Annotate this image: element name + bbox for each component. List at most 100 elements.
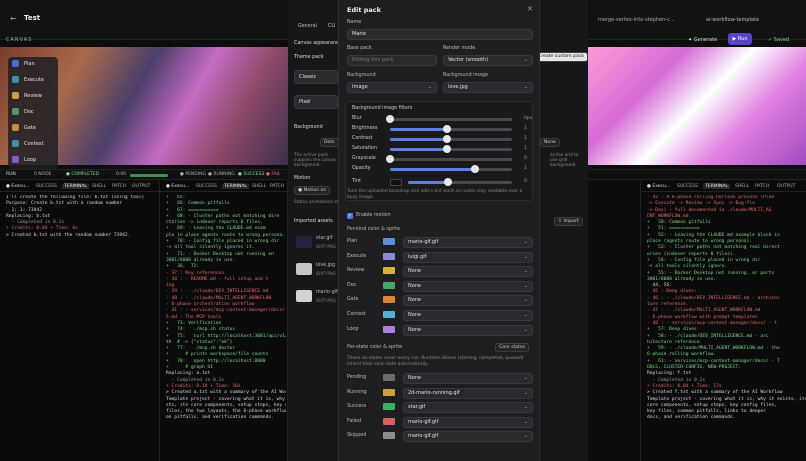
legend-item-context[interactable]: Context [12,139,44,149]
kind-sprite-select[interactable]: None ⌄ [403,280,533,292]
name-label: Name [347,20,362,25]
chevron-down-icon: ⌄ [523,375,528,381]
run-label: Run [737,36,748,42]
node-kind-legend: Plan Execute Review Doc Gate Context Loo… [8,57,58,169]
theme-classic[interactable]: Classic [294,70,338,84]
motion-on-label: Motion on [303,188,327,193]
kind-sprite-select[interactable]: mario-gif.gif ⌄ [403,237,533,248]
filter-slider-blur[interactable] [386,115,512,123]
motion-on-toggle[interactable]: ● Motion on [294,186,331,195]
slider-knob[interactable] [443,125,452,133]
create-custom-pack-button[interactable]: Create custom pack [534,52,589,62]
tab-shell[interactable]: SHELL [92,184,106,189]
tab-general[interactable]: General [298,24,317,29]
slider-knob[interactable] [471,165,480,173]
tab-success[interactable]: SUCCESS [36,184,57,189]
filter-value: 0px [524,116,533,121]
tab-patch[interactable]: PATCH [270,184,284,189]
core-states-button[interactable]: Core states [495,343,530,352]
background-select[interactable]: Image ⌄ [347,82,437,93]
execute-icon [12,76,19,83]
kind-color-swatch[interactable] [383,296,395,304]
tab-success[interactable]: SUCCESS [677,184,698,189]
kind-color-swatch[interactable] [383,325,395,333]
kind-sprite-select[interactable]: None ⌄ [403,295,533,307]
kind-color-swatch[interactable] [383,311,395,318]
state-sprite-select[interactable]: mario-gif.gif ⌄ [403,431,533,443]
run-status-badge: ● COMPLETED [66,172,100,177]
kind-color-swatch[interactable] [383,238,395,245]
background-none[interactable]: None [540,138,560,147]
name-input[interactable]: Mario [347,29,533,40]
tint-label: Tint [352,179,362,184]
canvas-background-right[interactable] [588,47,806,165]
state-color-swatch[interactable] [383,417,395,425]
kind-sprite-value: None [408,297,422,304]
filter-value: 1 [524,146,527,151]
filter-slider-brightness[interactable] [390,125,512,133]
legend-item-loop[interactable]: Loop [12,155,36,165]
kind-sprite-select[interactable]: None ⌄ [403,324,533,336]
state-sprite-select[interactable]: mario-gif.gif ⌄ [403,416,533,428]
legend-item-execute[interactable]: Execute [12,75,44,85]
breadcrumb-template[interactable]: ai-workflow-template [706,17,759,23]
kind-sprite-select[interactable]: None ⌄ [403,266,533,278]
kind-color-swatch[interactable] [383,252,395,260]
tint-swatch[interactable] [390,179,402,186]
terminal-line: - 41 : - services/mcp-context-manager/do… [166,308,285,314]
breadcrumb[interactable]: merge-vertex-into-stephen-c... [598,17,675,23]
tab-patch[interactable]: PATCH [755,184,769,189]
tab-terminal[interactable]: TERMINAL [222,184,249,189]
kind-color-swatch[interactable] [383,267,395,275]
render-mode-value: Vector (smooth) [448,57,489,63]
state-sprite-select[interactable]: star.gif ⌄ [403,402,533,414]
run-button[interactable]: ▶ Run [728,33,752,45]
slider-knob[interactable] [443,135,452,143]
state-color-swatch[interactable] [383,388,395,396]
kind-color-swatch[interactable] [383,281,395,289]
tab-patch[interactable]: PATCH [112,184,126,189]
core-states-label: Core states [499,345,526,350]
state-sprite-select[interactable]: None ⌄ [403,373,533,384]
state-color-swatch[interactable] [383,374,395,381]
import-button[interactable]: ⇧ Import [554,217,583,226]
tab-shell[interactable]: SHELL [252,184,266,189]
back-arrow-icon[interactable]: ← [10,14,17,23]
kind-sprite-select[interactable]: None ⌄ [403,310,533,321]
filter-slider-saturation[interactable] [390,145,512,153]
tab-terminal[interactable]: TERMINAL [62,184,89,189]
enable-motion-checkbox[interactable]: ✓ [347,213,353,219]
tab-cli[interactable]: CLI [328,24,335,29]
tab-shell[interactable]: SHELL [735,184,749,189]
legend-item-gate[interactable]: Gate [12,123,36,133]
tab-terminal[interactable]: TERMINAL [703,184,730,189]
state-color-swatch[interactable] [383,403,395,411]
background-image-select[interactable]: love.jpg ⌄ [443,82,533,93]
kind-sprite-select[interactable]: luigi.gif ⌄ [403,251,533,263]
filter-slider-grayscale[interactable] [386,155,512,163]
slider-knob[interactable] [443,145,452,153]
render-mode-select[interactable]: Vector (smooth) ⌄ [443,55,533,66]
tint-slider[interactable] [408,178,512,186]
legend-item-plan[interactable]: Plan [12,59,35,69]
legend-label: Doc [24,109,34,115]
tint-knob[interactable] [443,178,452,186]
slider-knob[interactable] [386,115,394,123]
state-sprite-value: star.gif [408,404,426,411]
state-sprite-select[interactable]: 2d-mario-running.gif ⌄ [403,387,533,399]
tab-output[interactable]: OUTPUT [777,184,795,189]
state-color-swatch[interactable] [383,432,395,440]
legend-item-review[interactable]: Review [12,91,42,101]
background-dots[interactable]: Dots [320,138,339,147]
panel-title-text: Execu... [11,184,30,189]
tab-output[interactable]: OUTPUT [132,184,150,189]
filter-slider-contrast[interactable] [390,135,512,143]
legend-item-doc[interactable]: Doc [12,107,34,117]
close-icon[interactable]: ✕ [527,5,533,13]
tab-success[interactable]: SUCCESS [196,184,217,189]
slider-knob[interactable] [386,155,394,163]
filter-slider-opacity[interactable] [390,165,512,173]
generate-button[interactable]: ✦ Generate [688,37,717,43]
theme-pixel[interactable]: Pixel [294,95,338,109]
chevron-down-icon: ⌄ [523,312,528,318]
